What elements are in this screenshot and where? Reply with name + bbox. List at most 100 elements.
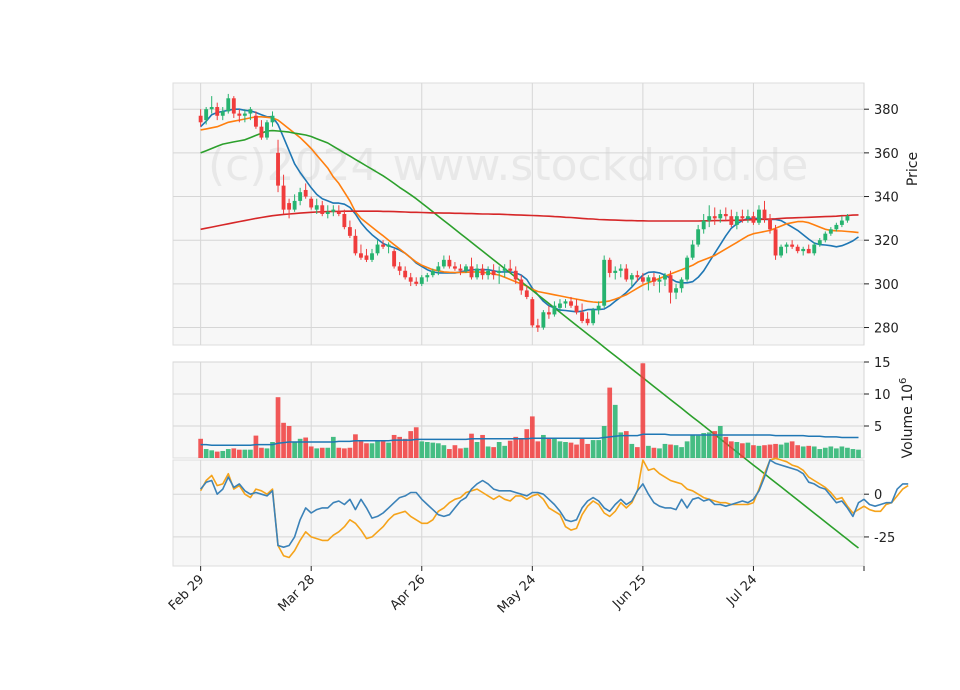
candle-body (541, 312, 546, 328)
candle-body (270, 115, 275, 123)
candle-body (513, 270, 518, 280)
candle-body (823, 233, 828, 241)
volume-bar (386, 442, 391, 458)
volume-bar (856, 449, 861, 458)
volume-y-tick-label: 5 (874, 420, 882, 435)
candle-body (314, 205, 319, 210)
candle-body (751, 216, 756, 223)
candle-body (574, 305, 579, 313)
candle-body (591, 310, 596, 324)
candle-body (784, 244, 789, 247)
candle-body (480, 268, 485, 276)
volume-y-tick-label: 10 (874, 388, 891, 403)
volume-bar (740, 443, 745, 458)
candle-body (607, 259, 612, 273)
volume-bar (369, 443, 375, 458)
volume-bar (214, 451, 220, 458)
volume-bar (303, 437, 309, 458)
candle-body (674, 288, 678, 293)
candle-body (287, 203, 292, 210)
x-tick-label: May 24 (495, 572, 539, 616)
candle-body (320, 205, 325, 214)
candle-body (370, 253, 374, 260)
volume-bar (358, 440, 364, 458)
candle-body (552, 305, 557, 315)
candle-body (845, 216, 850, 221)
volume-bar (413, 427, 419, 458)
candle-body (430, 270, 435, 276)
candle-body (253, 115, 258, 127)
candle-body (237, 113, 242, 116)
candle-body (640, 277, 645, 282)
volume-bar (574, 444, 579, 458)
candle-body (635, 275, 640, 278)
candle-body (707, 216, 712, 221)
candle-body (524, 290, 529, 297)
volume-bar (419, 441, 425, 458)
stock-chart-svg: 280 300 320 340 360 380 5 10 15 -25 0 (c)2024 www.s… (166, 82, 921, 616)
price-axis-title: Price (905, 152, 921, 186)
volume-bar (441, 445, 447, 458)
candle-body (812, 244, 817, 254)
volume-bar (529, 416, 535, 458)
candle-body (585, 318, 590, 324)
volume-bar (319, 447, 325, 458)
candle-body (381, 244, 385, 247)
volume-bar (552, 438, 557, 458)
candle-body (779, 246, 784, 256)
price-y-tick-label: 300 (874, 278, 899, 293)
candle-body (452, 266, 457, 269)
volume-bar (325, 447, 331, 458)
candle-body (265, 122, 269, 138)
volume-bar (568, 442, 574, 458)
candle-body (259, 126, 264, 138)
candle-body (408, 277, 413, 282)
volume-bar (430, 442, 436, 458)
volume-y-tick-label: 15 (874, 356, 891, 371)
volume-bar (502, 445, 508, 458)
volume-bar (259, 447, 264, 458)
volume-bar (762, 445, 767, 458)
volume-bar (635, 447, 640, 458)
x-tick-label: Jun 25 (609, 572, 649, 612)
volume-bar (695, 435, 701, 458)
candle-body (281, 185, 286, 210)
candle-body (795, 246, 800, 252)
volume-bar (629, 443, 635, 458)
volume-bar (353, 434, 358, 458)
candle-body (397, 266, 402, 271)
volume-bar (845, 447, 850, 458)
candle-body (447, 259, 452, 267)
volume-bar (657, 448, 662, 458)
candle-body (364, 255, 369, 260)
candle-body (386, 244, 391, 247)
volume-bar (491, 447, 496, 458)
candle-body (596, 305, 601, 311)
volume-bar (496, 442, 502, 458)
candle-body (613, 270, 618, 273)
candle-body (242, 113, 247, 116)
volume-bar (789, 441, 795, 458)
candle-body (231, 98, 236, 114)
volume-bar (364, 443, 369, 458)
candle-body (740, 216, 745, 219)
candle-body (563, 301, 568, 304)
candle-body (414, 281, 419, 284)
candle-body (663, 275, 667, 280)
candle-body (762, 209, 767, 219)
volume-axis-exponent: 6 (898, 378, 909, 384)
candle-body (729, 216, 734, 225)
volume-bar (673, 445, 679, 458)
volume-bar (435, 443, 441, 458)
volume-bar (225, 449, 231, 458)
candle-body (519, 279, 524, 291)
volume-bar (546, 438, 552, 458)
volume-bar (706, 432, 712, 458)
volume-bar (198, 438, 203, 458)
candle-body (209, 107, 214, 110)
candle-body (248, 109, 253, 114)
volume-bar (690, 434, 695, 458)
candle-body (546, 312, 551, 315)
volume-bar (209, 450, 215, 458)
volume-bar (220, 450, 226, 458)
